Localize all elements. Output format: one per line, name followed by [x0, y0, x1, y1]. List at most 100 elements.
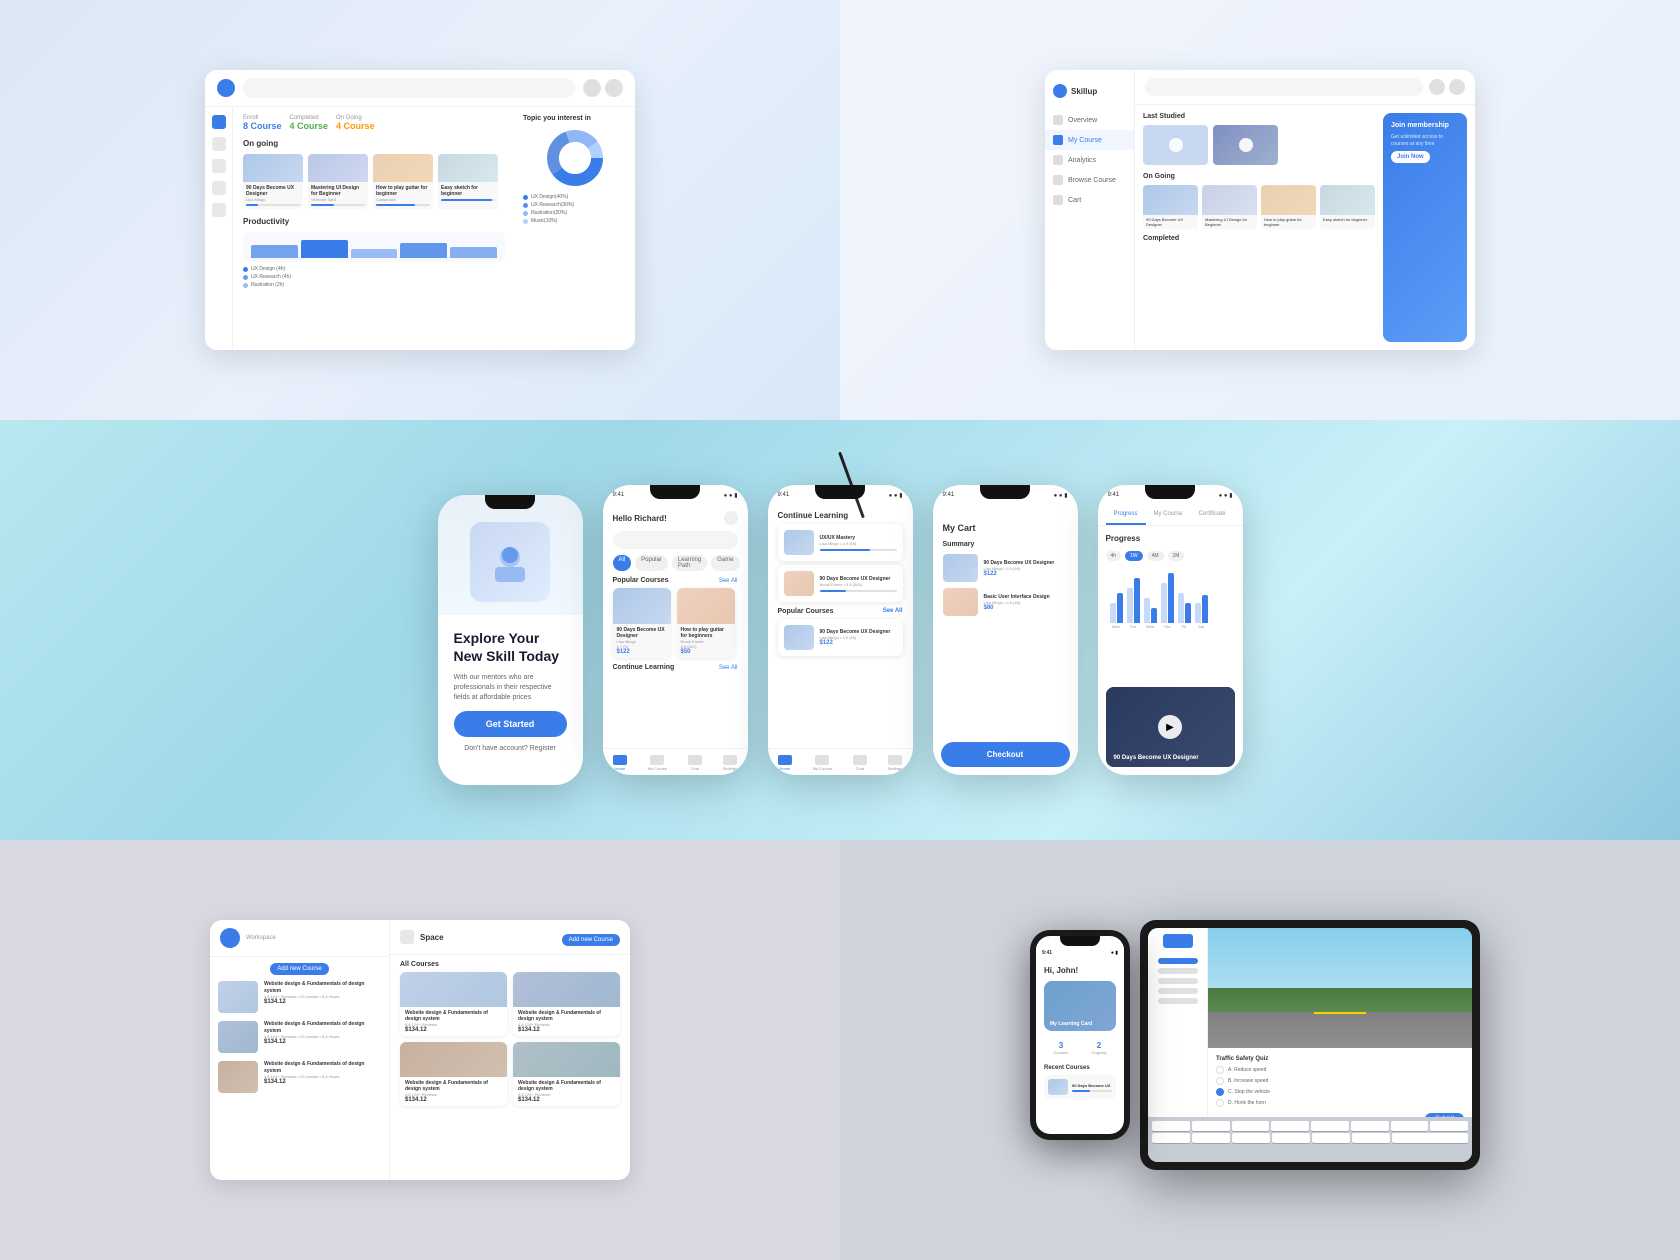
web-user-icon[interactable] — [1449, 79, 1465, 95]
play-btn-0[interactable] — [1169, 138, 1183, 152]
video-play-button[interactable]: ▶ — [1158, 715, 1182, 739]
listing-item-2[interactable]: Website design & Fundamentals of design … — [218, 1061, 381, 1093]
progress-tab-mycourse[interactable]: My Course — [1146, 505, 1191, 525]
key-0-3[interactable] — [1271, 1121, 1309, 1131]
key-0-7[interactable] — [1430, 1121, 1468, 1131]
grid-card-2[interactable]: Website design & Fundamentals of design … — [400, 1042, 507, 1106]
phone-bottom-course-0[interactable]: 90 Days Become UX — [1044, 1075, 1116, 1099]
key-0-1[interactable] — [1208, 1121, 1230, 1131]
nav-mycourse[interactable]: My Course — [648, 755, 667, 771]
tab-learning[interactable]: Learning Path — [672, 555, 707, 571]
web-search-bar[interactable] — [1145, 78, 1423, 96]
ongoing-card-3[interactable]: Easy sketch for beginner — [1320, 185, 1375, 229]
nav-home[interactable]: Home — [613, 755, 627, 771]
phone-search-input[interactable] — [613, 531, 738, 549]
phone-course-1[interactable]: How to play guitar for beginners Brook E… — [677, 588, 735, 658]
nav-settings[interactable]: Settings — [723, 755, 737, 771]
key-1-1[interactable] — [1208, 1133, 1230, 1143]
grid-card-1[interactable]: Website design & Fundamentals of design … — [513, 972, 620, 1036]
key-1-4[interactable] — [1312, 1133, 1350, 1143]
course-img-2 — [373, 154, 433, 182]
progress-tab-cert[interactable]: Certificate — [1191, 505, 1234, 525]
nav-mycourse-3[interactable]: My Course — [813, 755, 832, 771]
course-card-2[interactable]: How to play guitar for beginner Cassandr… — [373, 154, 433, 209]
listing-item-0[interactable]: Website design & Fundamentals of design … — [218, 981, 381, 1013]
filter-4m[interactable]: 4M — [1147, 551, 1164, 561]
ipad-sidebar-item-1[interactable] — [1158, 968, 1198, 974]
continue-card-1[interactable]: 90 Days Become UX Designer Brook Emme • … — [778, 565, 903, 602]
studied-card-0[interactable] — [1143, 125, 1208, 165]
nav-chat-3[interactable]: Chat — [853, 755, 867, 771]
ipad-option-3[interactable]: D. Honk the horn — [1216, 1099, 1464, 1107]
ipad-sidebar-item-4[interactable] — [1158, 998, 1198, 1004]
web-settings-icon[interactable] — [1429, 79, 1445, 95]
popular-card-0[interactable]: 90 Days Become UX Designer Lisa Mingo • … — [778, 619, 903, 656]
dash-search[interactable] — [243, 78, 575, 98]
sidebar-item-overview[interactable]: Overview — [1045, 110, 1134, 130]
course-card-0[interactable]: 90 Days Become UX Designer Lisa Mingo — [243, 154, 303, 209]
nav-chat[interactable]: Chat — [688, 755, 702, 771]
key-0-4[interactable] — [1311, 1121, 1349, 1131]
filter-4h[interactable]: 4h — [1106, 551, 1122, 561]
ipad-sidebar-item-2[interactable] — [1158, 978, 1198, 984]
grid-card-3[interactable]: Website design & Fundamentals of design … — [513, 1042, 620, 1106]
course-card-3[interactable]: Easy sketch for beginner — [438, 154, 498, 209]
listing-item-1[interactable]: Website design & Fundamentals of design … — [218, 1021, 381, 1053]
bell-icon[interactable] — [724, 511, 738, 525]
key-1-2[interactable] — [1232, 1133, 1270, 1143]
nav-home-3[interactable]: Home — [778, 755, 792, 771]
dash-body: Enroll 8 Course Completed 4 Course On Go… — [205, 107, 635, 350]
ongoing-card-0[interactable]: 90 Days Become UX Designer — [1143, 185, 1198, 229]
sidebar-item-3[interactable] — [212, 181, 226, 195]
phone-video-card[interactable]: ▶ 90 Days Become UX Designer — [1106, 687, 1235, 767]
grid-card-0[interactable]: Website design & Fundamentals of design … — [400, 972, 507, 1036]
ipad-option-2[interactable]: C. Stop the vehicle — [1216, 1088, 1464, 1096]
continue-progress-bar-0 — [820, 549, 897, 551]
key-1-5[interactable] — [1352, 1133, 1390, 1143]
sidebar-item-1[interactable] — [212, 137, 226, 151]
listing-add-btn-right[interactable]: Add new Course — [562, 934, 620, 946]
phone-course-0[interactable]: 90 Days Become UX Designer Lisa Mingo 4.… — [613, 588, 671, 658]
user-avatar[interactable] — [605, 79, 623, 97]
ipad-sidebar-item-0[interactable] — [1158, 958, 1198, 964]
progress-tab-progress[interactable]: Progress — [1106, 505, 1146, 525]
nav-settings-3[interactable]: Settings — [888, 755, 902, 771]
ipad-option-1[interactable]: B. Increase speed — [1216, 1077, 1464, 1085]
play-btn-1[interactable] — [1239, 138, 1253, 152]
ipad-mockup: Traffic Safety Quiz A. Reduce speed B. I… — [1140, 920, 1480, 1170]
sidebar-item-4[interactable] — [212, 203, 226, 217]
get-started-button[interactable]: Get Started — [454, 711, 567, 737]
key-0-5[interactable] — [1351, 1121, 1389, 1131]
sidebar-item-2[interactable] — [212, 159, 226, 173]
key-0-6[interactable] — [1391, 1121, 1429, 1131]
tab-all[interactable]: All — [613, 555, 632, 571]
key-0-2[interactable] — [1232, 1121, 1270, 1131]
course-card-1[interactable]: Mastering UI Design for Beginner Vivienn… — [308, 154, 368, 209]
sidebar-item-grid[interactable] — [212, 115, 226, 129]
key-1-3[interactable] — [1272, 1133, 1310, 1143]
ipad-keyboard — [1208, 1117, 1472, 1162]
add-course-button[interactable]: Add new Course — [270, 963, 328, 975]
phone-bottom-courses: Recent Courses 90 Days Become UX — [1036, 1065, 1124, 1099]
ipad-option-0[interactable]: A. Reduce speed — [1216, 1066, 1464, 1074]
checkout-button[interactable]: Checkout — [941, 742, 1070, 767]
cart-item-0[interactable]: 90 Days Become UX Designer Lisa Mingo • … — [943, 554, 1068, 582]
studied-card-1[interactable] — [1213, 125, 1278, 165]
filter-1w[interactable]: 1W — [1125, 551, 1143, 561]
tab-game[interactable]: Game — [711, 555, 739, 571]
sidebar-item-analytics[interactable]: Analytics — [1045, 150, 1134, 170]
ongoing-card-1[interactable]: Mastering UI Design for Beginner — [1202, 185, 1257, 229]
sidebar-item-cart[interactable]: Cart — [1045, 190, 1134, 210]
sidebar-item-browse[interactable]: Browse Course — [1045, 170, 1134, 190]
continue-card-0[interactable]: UX/UX Mastery Lisa Mingo • 4.9 (60) — [778, 524, 903, 561]
grid-info-2: Website design & Fundamentals of design … — [400, 1077, 507, 1106]
key-space[interactable] — [1392, 1133, 1468, 1143]
sidebar-item-mycourse[interactable]: My Course — [1045, 130, 1134, 150]
notif-icon[interactable] — [583, 79, 601, 97]
ongoing-card-2[interactable]: How to play guitar for beginner — [1261, 185, 1316, 229]
filter-1m[interactable]: 1M — [1168, 551, 1185, 561]
tab-popular[interactable]: Popular — [635, 555, 668, 571]
ipad-sidebar-item-3[interactable] — [1158, 988, 1198, 994]
promo-join-button[interactable]: Join Now — [1391, 151, 1430, 163]
cart-item-1[interactable]: Basic User Interface Design Lisa Mingo •… — [943, 588, 1068, 616]
